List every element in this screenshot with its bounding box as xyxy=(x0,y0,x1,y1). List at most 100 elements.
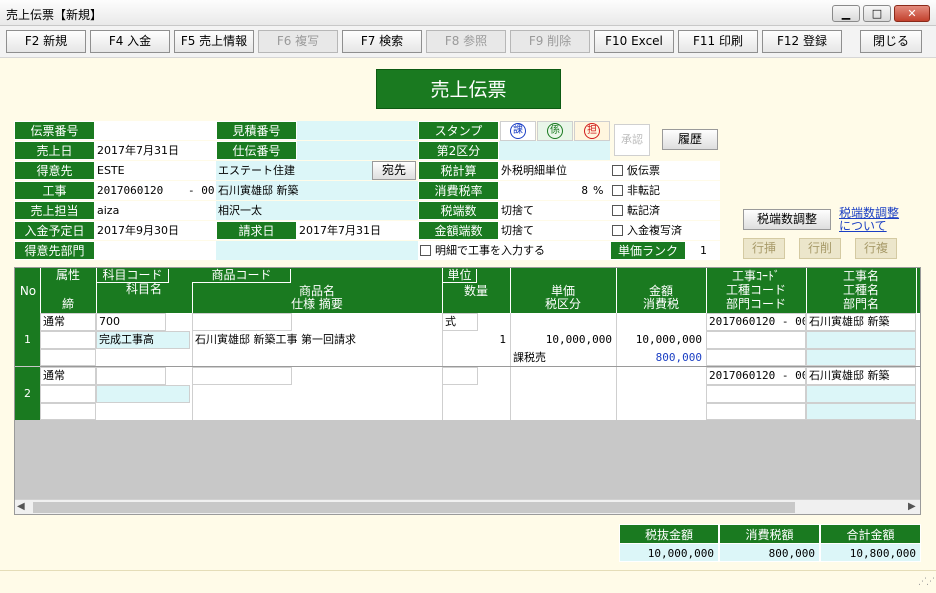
stamp-1[interactable]: 課 xyxy=(500,121,536,141)
kamoku-name-cell[interactable]: 完成工事高 xyxy=(96,331,190,349)
amtround-field[interactable]: 切捨て xyxy=(499,221,610,240)
col-zeikubun: 税区分 xyxy=(511,298,615,311)
shime-cell[interactable] xyxy=(40,385,96,403)
project-label: 工事 xyxy=(14,181,95,200)
col-tani: 単位 xyxy=(443,269,477,283)
bumon-code-cell[interactable] xyxy=(706,349,806,366)
shohizei-cell[interactable]: 800,000 xyxy=(616,349,706,366)
koji-code-cell[interactable]: 2017060120 - 00 xyxy=(706,313,806,331)
search-button[interactable]: F7 検索 xyxy=(342,30,422,53)
attr-cell[interactable]: 通常 xyxy=(40,367,96,385)
tanka-cell[interactable]: 10,000,000 xyxy=(510,331,616,349)
stamp-label: スタンプ xyxy=(418,121,499,140)
koji-name-cell[interactable]: 石川寅雄邸 新築 xyxy=(806,313,916,331)
shime-cell[interactable] xyxy=(40,331,96,349)
koshu-code-cell[interactable] xyxy=(706,331,806,349)
staff-label: 売上担当 xyxy=(14,201,95,220)
col-kamoku-code: 科目コード xyxy=(97,269,169,283)
temp-slip-checkbox[interactable]: 仮伝票 xyxy=(610,161,720,180)
maximize-button[interactable]: □ xyxy=(863,5,891,22)
qty-cell[interactable]: 1 xyxy=(442,331,510,349)
koji-name-cell[interactable]: 石川寅雄邸 新築 xyxy=(806,367,916,385)
stamp-2[interactable]: 係 xyxy=(537,121,573,141)
header-divider xyxy=(40,268,41,313)
kubun2-field[interactable] xyxy=(499,141,610,160)
taxrate-field[interactable]: 8 xyxy=(499,181,591,200)
new-button[interactable]: F2 新規 xyxy=(6,30,86,53)
estimate-field[interactable] xyxy=(297,121,418,140)
scroll-thumb[interactable] xyxy=(33,502,795,513)
project-name-field[interactable]: 石川寅雄邸 新築 xyxy=(216,181,418,200)
detail-project-checkbox[interactable]: 明細で工事を入力する xyxy=(418,241,610,260)
koji-code-cell[interactable]: 2017060120 - 00 xyxy=(706,367,806,385)
kamoku-name-cell[interactable] xyxy=(96,385,190,403)
reference-button[interactable]: F8 参照 xyxy=(426,30,506,53)
function-toolbar: F2 新規 F4 入金 F5 売上情報 F6 複写 F7 検索 F8 参照 F9… xyxy=(0,26,936,58)
zeikubun-cell[interactable]: 課税売 xyxy=(510,349,616,366)
rank-field[interactable]: 1 xyxy=(686,241,720,260)
tax-total-value: 800,000 xyxy=(719,543,820,562)
empty-cell xyxy=(40,349,96,366)
kamoku-code-cell[interactable]: 700 xyxy=(96,313,166,331)
tani-cell[interactable] xyxy=(442,367,478,385)
deposit-button[interactable]: F4 入金 xyxy=(90,30,170,53)
bumon-code-cell[interactable] xyxy=(706,403,806,420)
header-divider xyxy=(806,268,807,313)
delete-button[interactable]: F9 削除 xyxy=(510,30,590,53)
multi-copy-checkbox[interactable]: 入金複写済 xyxy=(610,221,720,240)
scroll-left-icon[interactable]: ◀ xyxy=(17,501,25,512)
tax-adjust-button[interactable]: 税端数調整 xyxy=(743,209,831,230)
attr-cell[interactable]: 通常 xyxy=(40,313,96,331)
staff-code-field[interactable]: aiza xyxy=(95,201,216,220)
bumon-name-cell[interactable] xyxy=(806,349,916,366)
status-bar: ⋰⋰ xyxy=(0,570,936,593)
close-window-button[interactable]: ✕ xyxy=(894,5,930,22)
purchase-field[interactable] xyxy=(297,141,418,160)
taxround-field[interactable]: 切捨て xyxy=(499,201,610,220)
scroll-right-icon[interactable]: ▶ xyxy=(908,501,916,512)
sales-info-button[interactable]: F5 売上情報 xyxy=(174,30,254,53)
denpyo-no-field[interactable] xyxy=(95,121,216,140)
empty-cell xyxy=(40,403,96,420)
bill-date-field[interactable]: 2017年7月31日 xyxy=(297,221,418,240)
no-transfer-checkbox[interactable]: 非転記 xyxy=(610,181,720,200)
copy-button[interactable]: F6 複写 xyxy=(258,30,338,53)
close-button[interactable]: 閉じる xyxy=(860,30,922,53)
project-sub-field[interactable]: - 00 xyxy=(186,181,216,200)
kubun2-label: 第2区分 xyxy=(418,141,499,160)
shohin-code-cell[interactable] xyxy=(192,313,292,331)
minimize-button[interactable]: ▁ xyxy=(832,5,860,22)
row-insert-button[interactable]: 行挿 xyxy=(743,238,785,259)
payment-date-field[interactable]: 2017年9月30日 xyxy=(95,221,216,240)
sales-date-field[interactable]: 2017年7月31日 xyxy=(95,141,216,160)
resize-grip-icon[interactable]: ⋰⋰ xyxy=(918,577,935,587)
excel-button[interactable]: F10 Excel xyxy=(594,30,674,53)
customer-code-field[interactable]: ESTE xyxy=(95,161,216,180)
transferred-checkbox[interactable]: 転記済 xyxy=(610,201,720,220)
kamoku-code-cell[interactable] xyxy=(96,367,166,385)
bumon-name-cell[interactable] xyxy=(806,403,916,420)
shohin-code-cell[interactable] xyxy=(192,367,292,385)
horizontal-scrollbar[interactable]: ◀ ▶ xyxy=(15,499,920,514)
approve-stamp[interactable]: 承認 xyxy=(614,124,650,156)
print-button[interactable]: F11 印刷 xyxy=(678,30,758,53)
row-delete-button[interactable]: 行削 xyxy=(799,238,841,259)
register-button[interactable]: F12 登録 xyxy=(762,30,842,53)
tax-adjust-link[interactable]: 税端数調整について xyxy=(839,207,901,233)
koshu-name-cell[interactable] xyxy=(806,385,916,403)
dept-field[interactable] xyxy=(95,241,216,260)
koshu-code-cell[interactable] xyxy=(706,385,806,403)
history-button[interactable]: 履歴 xyxy=(662,129,718,150)
row-copy-button[interactable]: 行複 xyxy=(855,238,897,259)
project-code-field[interactable]: 2017060120 xyxy=(95,181,186,200)
addressee-button[interactable]: 宛先 xyxy=(372,161,416,180)
staff-name-field[interactable]: 相沢一太 xyxy=(216,201,418,220)
shohin-name-cell[interactable]: 石川寅雄邸 新築工事 第一回請求 xyxy=(192,331,442,349)
kingaku-cell[interactable]: 10,000,000 xyxy=(616,331,706,349)
taxcalc-field[interactable]: 外税明細単位 xyxy=(499,161,610,180)
customer-name-field[interactable]: エステート住建 xyxy=(216,161,372,180)
stamp-3[interactable]: 担 xyxy=(574,121,610,141)
detail-grid[interactable]: No 属性 締 科目コード 科目名 商品コード 商品名 仕様 摘要 単位 数量 … xyxy=(14,267,921,515)
koshu-name-cell[interactable] xyxy=(806,331,916,349)
tani-cell[interactable]: 式 xyxy=(442,313,478,331)
